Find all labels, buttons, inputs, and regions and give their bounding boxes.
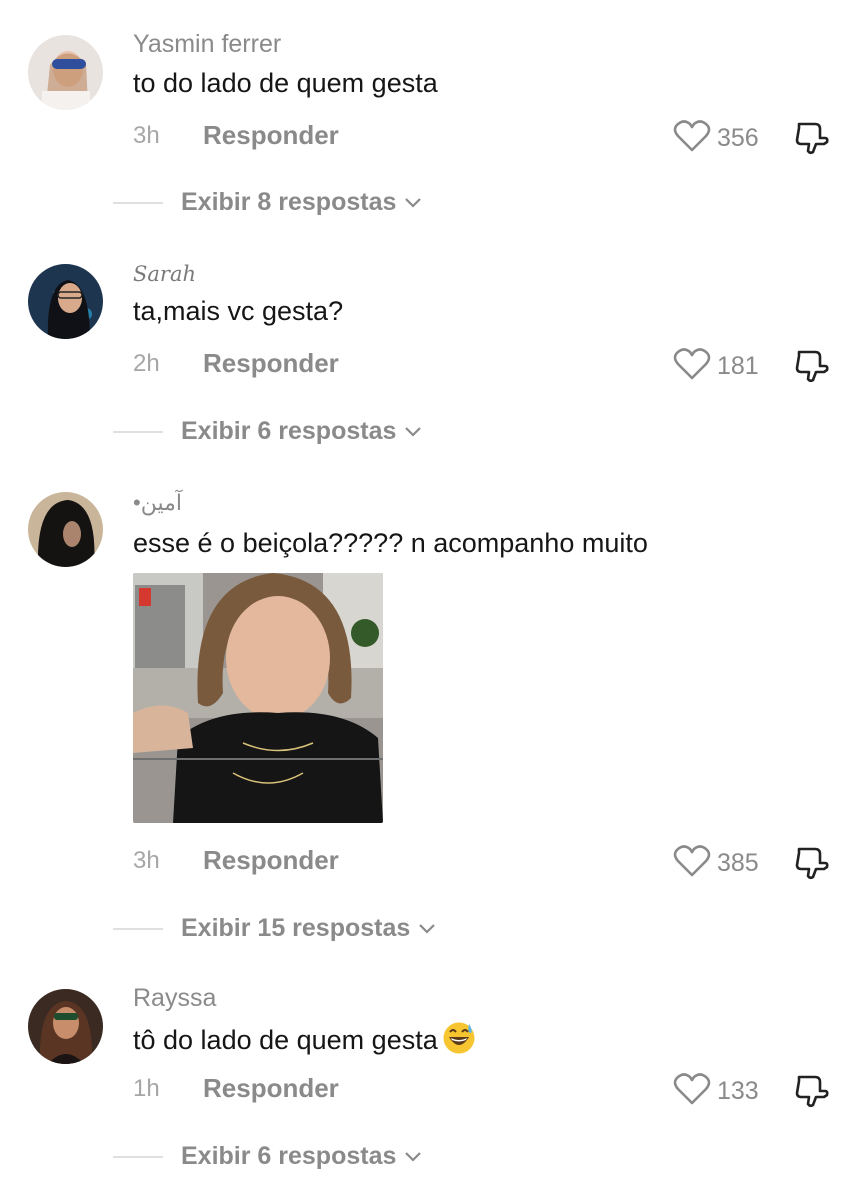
comment-text: tô do lado de quem gesta	[133, 1021, 476, 1056]
view-replies-label: Exibir 6 respostas	[181, 417, 397, 445]
heart-outline-icon	[673, 844, 711, 883]
view-replies-button[interactable]: Exibir 8 respostas	[113, 188, 422, 217]
thumbs-down-icon	[793, 350, 831, 388]
avatar[interactable]	[28, 989, 103, 1064]
comment-username[interactable]: Yasmin ferrer	[133, 30, 281, 59]
divider	[113, 201, 163, 204]
like-button[interactable]: 133	[673, 1072, 759, 1111]
view-replies-button[interactable]: Exibir 6 respostas	[113, 417, 422, 446]
chevron-down-icon	[405, 426, 422, 437]
heart-outline-icon	[673, 347, 711, 386]
reply-button[interactable]: Responder	[203, 120, 339, 151]
reply-button[interactable]: Responder	[203, 845, 339, 876]
chevron-down-icon	[405, 197, 422, 208]
like-button[interactable]: 356	[673, 119, 759, 158]
like-count: 385	[717, 849, 759, 877]
comment-username[interactable]: •آمين	[133, 490, 182, 516]
comment-photo[interactable]	[133, 573, 383, 823]
grinning-sweat-emoji	[443, 1022, 475, 1054]
view-replies-button[interactable]: Exibir 6 respostas	[113, 1142, 422, 1171]
comment-username[interactable]: Rayssa	[133, 984, 216, 1013]
divider	[113, 927, 163, 930]
view-replies-label: Exibir 8 respostas	[181, 188, 397, 216]
chevron-down-icon	[419, 923, 436, 934]
thumbs-down-icon	[793, 1075, 831, 1113]
comment-time: 1h	[133, 1075, 160, 1102]
divider	[113, 430, 163, 433]
thumbs-down-icon	[793, 847, 831, 885]
comment-username[interactable]: Sarah	[133, 262, 196, 286]
comment-time: 3h	[133, 847, 160, 874]
comment-time: 2h	[133, 350, 160, 377]
dislike-button[interactable]	[793, 843, 831, 881]
like-count: 181	[717, 352, 759, 380]
comment-text: to do lado de quem gesta	[133, 68, 438, 98]
dislike-button[interactable]	[793, 118, 831, 156]
view-replies-button[interactable]: Exibir 15 respostas	[113, 914, 436, 943]
like-count: 133	[717, 1077, 759, 1105]
avatar[interactable]	[28, 492, 103, 567]
avatar[interactable]	[28, 35, 103, 110]
avatar[interactable]	[28, 264, 103, 339]
like-button[interactable]: 385	[673, 844, 759, 883]
thumbs-down-icon	[793, 122, 831, 160]
reply-button[interactable]: Responder	[203, 348, 339, 379]
comment-text: ta,mais vc gesta?	[133, 296, 344, 326]
like-count: 356	[717, 124, 759, 152]
dislike-button[interactable]	[793, 1071, 831, 1109]
comment-time: 3h	[133, 122, 160, 149]
comment-text-value: tô do lado de quem gesta	[133, 1025, 438, 1055]
like-button[interactable]: 181	[673, 347, 759, 386]
reply-button[interactable]: Responder	[203, 1073, 339, 1104]
view-replies-label: Exibir 15 respostas	[181, 914, 411, 942]
heart-outline-icon	[673, 1072, 711, 1111]
divider	[113, 1155, 163, 1158]
chevron-down-icon	[405, 1151, 422, 1162]
dislike-button[interactable]	[793, 346, 831, 384]
view-replies-label: Exibir 6 respostas	[181, 1142, 397, 1170]
comment-text: esse é o beiçola????? n acompanho muito	[133, 528, 648, 558]
heart-outline-icon	[673, 119, 711, 158]
